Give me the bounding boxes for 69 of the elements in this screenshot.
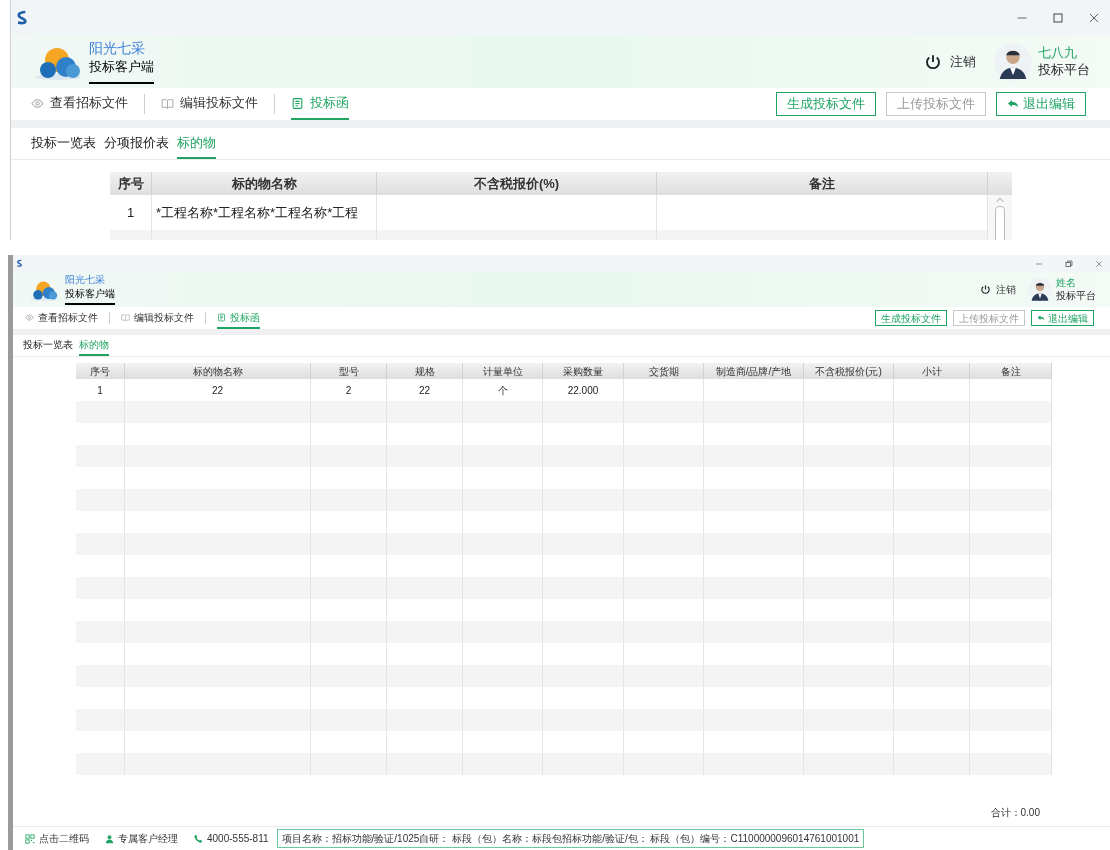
user-name: 七八九 — [1038, 45, 1078, 62]
sub-tab[interactable]: 分项报价表 — [104, 132, 169, 159]
table-cell-text: 22 — [418, 383, 431, 398]
scroll-up-icon[interactable] — [996, 197, 1004, 203]
logout-link[interactable]: 注销 — [996, 282, 1016, 297]
column-header: 型号 — [311, 363, 387, 379]
column-header: 标的物名称 — [152, 172, 377, 195]
document-icon — [217, 312, 226, 322]
book-icon — [121, 312, 130, 322]
scrollbar-header — [988, 172, 1012, 195]
column-header: 规格 — [387, 363, 463, 379]
nav-tab[interactable]: 查看招标文件 — [31, 88, 128, 120]
table-cell-text: 个 — [497, 383, 508, 398]
column-header: 交货期 — [624, 363, 704, 379]
table-cell-text: 2 — [345, 383, 352, 398]
user-role: 投标平台 — [1056, 289, 1096, 302]
column-header: 备注 — [970, 363, 1052, 379]
back-arrow-icon — [1037, 314, 1045, 322]
column-header: 标的物名称 — [125, 363, 311, 379]
phone-number: 4000-555-811 — [207, 832, 269, 846]
table-cell-text: 1 — [126, 203, 135, 222]
nav-tab[interactable]: 编辑投标文件 — [121, 307, 194, 329]
avatar-icon — [1028, 277, 1052, 302]
user-name: 姓名 — [1056, 277, 1077, 290]
close-icon[interactable] — [1088, 11, 1100, 24]
table-cell-text: 1 — [97, 383, 103, 398]
avatar-icon — [994, 42, 1032, 81]
column-header: 序号 — [110, 172, 152, 195]
eye-icon — [25, 312, 34, 322]
app-logo-icon — [15, 9, 29, 26]
nav-tab[interactable]: 查看招标文件 — [25, 307, 98, 329]
nav-tab[interactable]: 编辑投标文件 — [161, 88, 258, 120]
column-header: 备注 — [657, 172, 988, 195]
power-icon[interactable] — [924, 52, 942, 71]
back-arrow-icon — [1007, 98, 1019, 110]
qr-code-icon[interactable] — [25, 833, 35, 844]
phone-icon — [194, 834, 203, 843]
column-header: 计量单位 — [463, 363, 543, 379]
column-header: 制造商/品牌/产地 — [704, 363, 804, 379]
brand-name: 阳光七采 — [89, 39, 146, 57]
brand-subtitle: 投标客户端 — [65, 286, 115, 306]
person-icon[interactable] — [105, 833, 114, 844]
table-cell-text: 22.000 — [567, 383, 599, 398]
eye-icon — [31, 96, 44, 110]
sub-tab[interactable]: 投标一览表 — [23, 337, 73, 356]
brand-name: 阳光七采 — [65, 273, 106, 287]
close-icon[interactable] — [1095, 259, 1103, 268]
column-header: 不含税报价(%) — [377, 172, 657, 195]
book-icon — [161, 96, 174, 110]
logout-link[interactable]: 注销 — [950, 51, 976, 72]
column-header: 序号 — [76, 363, 125, 379]
document-icon — [291, 96, 304, 110]
column-header: 不含税报价(元) — [804, 363, 894, 379]
scrollbar-thumb[interactable] — [995, 206, 1005, 240]
project-info: 项目名称：招标功能/验证/1025自研： 标段（包）名称：标段包招标功能/验证/包： 标段（包）编号：C1100000096014761001001 — [276, 829, 865, 848]
sub-tab[interactable]: 投标一览表 — [31, 132, 96, 159]
maximize-icon[interactable] — [1052, 11, 1064, 24]
app-logo-icon — [16, 259, 23, 268]
account-manager-link[interactable]: 专属客户经理 — [118, 831, 178, 846]
table-cell-text: *工程名称*工程名称*工程名称*工程 — [156, 203, 359, 222]
user-role: 投标平台 — [1038, 61, 1090, 78]
brand-subtitle: 投标客户端 — [89, 57, 154, 84]
qr-code-link[interactable]: 点击二维码 — [39, 831, 89, 846]
total-label: 合计：0.00 — [990, 806, 1040, 820]
column-header: 小计 — [894, 363, 970, 379]
column-header: 采购数量 — [543, 363, 624, 379]
restore-icon[interactable] — [1065, 259, 1073, 268]
power-icon[interactable] — [980, 284, 991, 295]
table-cell-text: 22 — [211, 383, 224, 398]
